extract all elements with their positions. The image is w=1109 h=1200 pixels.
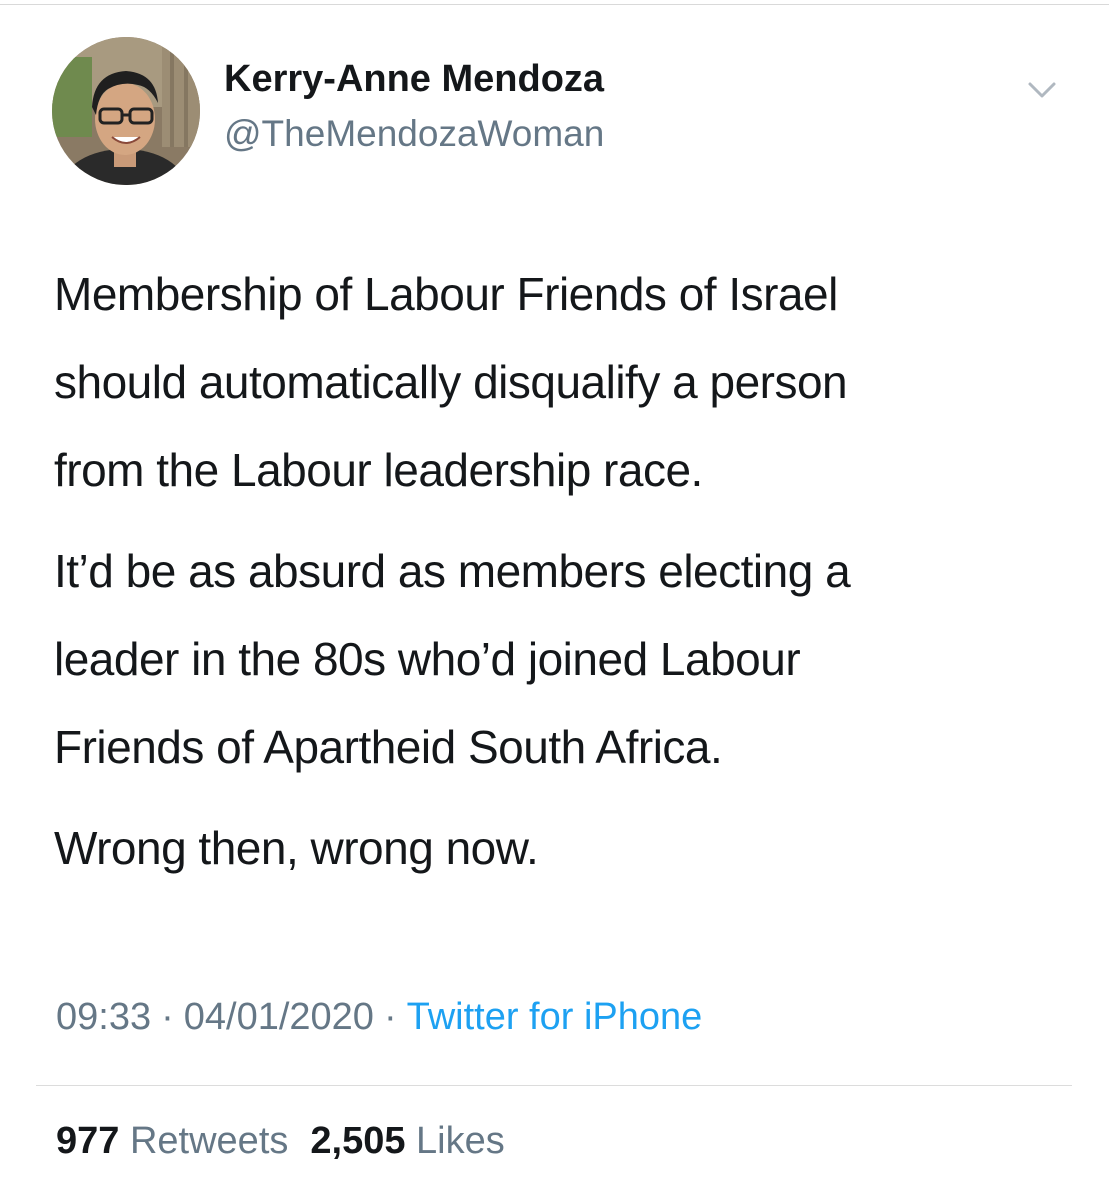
tweet-paragraph: Membership of Labour Friends of Israel s…	[54, 268, 848, 496]
author-display-name[interactable]: Kerry-Anne Mendoza	[224, 58, 604, 101]
tweet-paragraph: Wrong then, wrong now.	[54, 822, 539, 874]
retweets-count: 977	[56, 1120, 120, 1162]
stats-divider	[36, 1085, 1072, 1086]
avatar[interactable]	[52, 37, 200, 185]
chevron-down-icon[interactable]	[1022, 74, 1062, 104]
tweet-date[interactable]: 04/01/2020	[184, 996, 374, 1038]
likes-stat[interactable]: 2,505 Likes	[310, 1120, 504, 1162]
likes-count: 2,505	[310, 1120, 406, 1162]
tweet-paragraph: It’d be as absurd as members electing a …	[54, 545, 851, 773]
author-handle[interactable]: @TheMendozaWoman	[224, 113, 604, 155]
tweet-source-link[interactable]: Twitter for iPhone	[407, 996, 703, 1038]
likes-label: Likes	[416, 1120, 505, 1162]
avatar-image	[52, 37, 200, 185]
meta-separator: ·	[383, 996, 397, 1038]
tweet-stats: 977 Retweets 2,505 Likes	[56, 1120, 505, 1163]
top-divider	[0, 4, 1109, 5]
meta-separator: ·	[161, 996, 174, 1038]
retweets-label: Retweets	[129, 1120, 289, 1162]
tweet-time[interactable]: 09:33	[56, 996, 151, 1038]
tweet-text: Membership of Labour Friends of Israel s…	[54, 250, 1084, 905]
tweet-meta: 09:33 · 04/01/2020 · Twitter for iPhone	[56, 996, 702, 1039]
retweets-stat[interactable]: 977 Retweets	[56, 1120, 288, 1162]
